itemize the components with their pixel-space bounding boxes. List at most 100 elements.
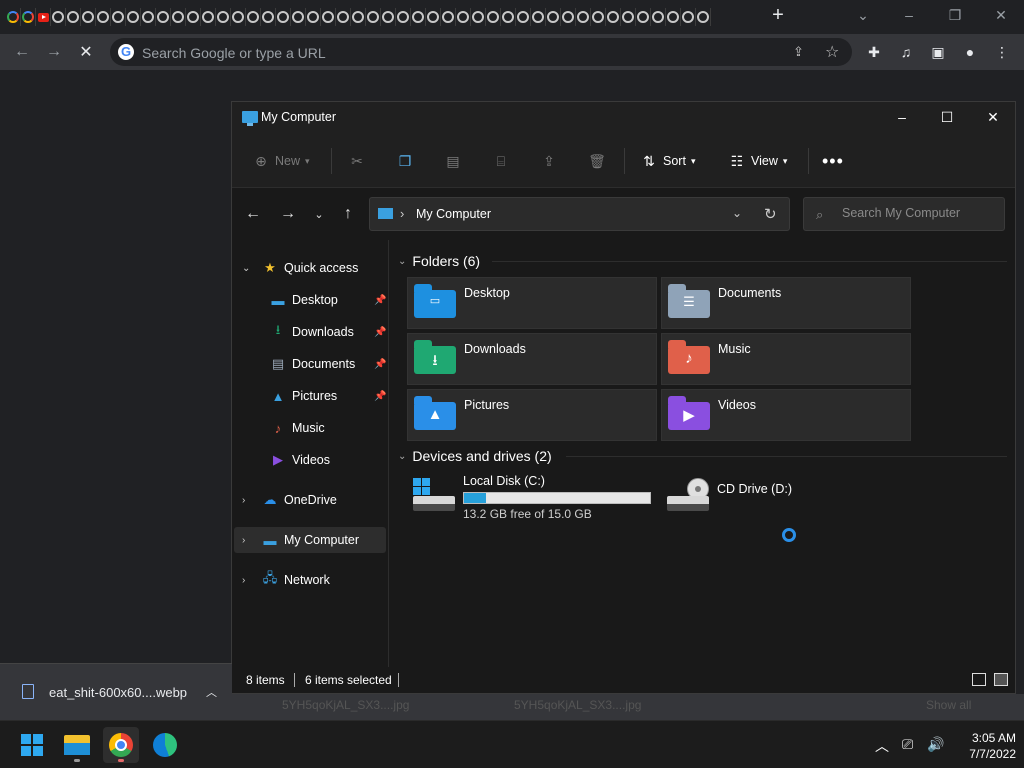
maximize-button[interactable]: ☐: [932, 106, 962, 128]
browser-minimize-button[interactable]: –: [895, 4, 923, 26]
address-dropdown-chevron-icon[interactable]: ⌄: [732, 206, 742, 220]
browser-restore-button[interactable]: ❐: [941, 4, 969, 26]
browser-tab[interactable]: [306, 8, 321, 26]
drives-group-header[interactable]: ⌄ Devices and drives (2): [398, 445, 552, 467]
folder-tile-music[interactable]: ♪ Music: [661, 333, 911, 385]
profile-avatar-icon[interactable]: ●: [960, 42, 980, 62]
browser-tab[interactable]: [366, 8, 381, 26]
folder-tile-videos[interactable]: ▶ Videos: [661, 389, 911, 441]
browser-tab[interactable]: [156, 8, 171, 26]
browser-tab[interactable]: [696, 8, 711, 26]
new-button[interactable]: ⊕ New ▾: [252, 150, 309, 172]
drive-local-disk-c[interactable]: Local Disk (C:) 13.2 GB free of 15.0 GB: [413, 474, 663, 521]
forward-arrow-icon[interactable]: →: [42, 40, 66, 64]
system-clock[interactable]: 3:05 AM 7/7/2022: [950, 730, 1016, 762]
taskbar-chrome[interactable]: [103, 727, 139, 763]
search-input[interactable]: [842, 206, 992, 220]
browser-tab[interactable]: [351, 8, 366, 26]
browser-tab[interactable]: [21, 8, 36, 26]
refresh-icon[interactable]: ↻: [764, 205, 777, 223]
omnibox-placeholder[interactable]: Search Google or type a URL: [142, 45, 326, 61]
browser-tab[interactable]: [606, 8, 621, 26]
nav-item-network[interactable]: › 🖧 Network: [234, 567, 386, 593]
minimize-button[interactable]: –: [887, 106, 917, 128]
browser-tab[interactable]: [126, 8, 141, 26]
browser-tab[interactable]: [141, 8, 156, 26]
more-options-icon[interactable]: •••: [822, 150, 844, 172]
bookmark-star-icon[interactable]: ☆: [825, 42, 839, 62]
show-hidden-icons-chevron-icon[interactable]: ︿: [875, 736, 889, 756]
up-arrow-icon[interactable]: ↑: [338, 204, 358, 224]
chrome-menu-icon[interactable]: ⋮: [992, 42, 1012, 62]
drive-cd-d[interactable]: CD Drive (D:): [667, 474, 867, 520]
browser-tab[interactable]: [321, 8, 336, 26]
browser-tab[interactable]: [561, 8, 576, 26]
side-panel-icon[interactable]: ▣: [928, 42, 948, 62]
browser-tab[interactable]: [501, 8, 516, 26]
browser-tab[interactable]: [66, 8, 81, 26]
expanded-chevron-icon[interactable]: ⌄: [242, 263, 250, 274]
sort-button[interactable]: ⇅ Sort ▾: [640, 150, 695, 172]
browser-tab[interactable]: [531, 8, 546, 26]
rename-button[interactable]: ⌸: [492, 150, 510, 172]
folders-group-header[interactable]: ⌄ Folders (6): [398, 250, 480, 272]
breadcrumb-chevron-icon[interactable]: ›: [400, 206, 404, 221]
taskbar-file-explorer[interactable]: [59, 727, 95, 763]
delete-button[interactable]: 🗑: [588, 150, 606, 172]
start-button[interactable]: [14, 727, 50, 763]
tab-search-chevron-icon[interactable]: ⌄: [849, 4, 877, 26]
nav-item-onedrive[interactable]: › ☁ OneDrive: [234, 487, 386, 513]
collapsed-chevron-icon[interactable]: ›: [242, 495, 245, 506]
folder-tile-documents[interactable]: ☰ Documents: [661, 277, 911, 329]
browser-tab[interactable]: [336, 8, 351, 26]
nav-item-music[interactable]: ♪ Music: [234, 415, 386, 441]
new-tab-button[interactable]: +: [768, 5, 788, 26]
tiles-view-icon[interactable]: [994, 673, 1008, 686]
browser-tab[interactable]: [591, 8, 606, 26]
nav-item-desktop[interactable]: ▬ Desktop 📌: [234, 287, 387, 313]
browser-tab[interactable]: [216, 8, 231, 26]
share-button[interactable]: ⇪: [540, 150, 558, 172]
omnibox[interactable]: Search Google or type a URL ⇪ ☆: [110, 38, 852, 66]
chevron-up-icon[interactable]: ︿: [206, 684, 217, 700]
browser-close-button[interactable]: ✕: [987, 4, 1015, 26]
browser-tab[interactable]: [651, 8, 666, 26]
browser-tab[interactable]: [546, 8, 561, 26]
stop-loading-icon[interactable]: ✕: [74, 40, 98, 64]
browser-tab[interactable]: [576, 8, 591, 26]
forward-arrow-icon[interactable]: →: [278, 204, 298, 224]
browser-tab[interactable]: [621, 8, 636, 26]
browser-tab[interactable]: [456, 8, 471, 26]
browser-tab[interactable]: [681, 8, 696, 26]
download-filename[interactable]: eat_shit-600x60....webp: [49, 685, 187, 700]
nav-item-videos[interactable]: ▶ Videos: [234, 447, 386, 473]
collapsed-chevron-icon[interactable]: ›: [242, 535, 245, 546]
search-box[interactable]: ⌕: [803, 197, 1005, 231]
details-view-icon[interactable]: [972, 673, 986, 686]
browser-tab[interactable]: [636, 8, 651, 26]
copy-button[interactable]: ❐: [396, 150, 414, 172]
browser-tab[interactable]: [396, 8, 411, 26]
breadcrumb[interactable]: My Computer: [416, 207, 491, 221]
browser-tab[interactable]: [291, 8, 306, 26]
nav-item-pictures[interactable]: ▲ Pictures 📌: [234, 383, 387, 409]
downloads-shelf-item[interactable]: eat_shit-600x60....webp ︿: [0, 663, 232, 720]
share-icon[interactable]: ⇪: [793, 44, 809, 60]
browser-tab[interactable]: [426, 8, 441, 26]
nav-item-my-computer[interactable]: › ▬ My Computer: [234, 527, 386, 553]
cut-button[interactable]: ✂: [348, 150, 366, 172]
browser-tab[interactable]: [261, 8, 276, 26]
back-arrow-icon[interactable]: ←: [10, 40, 34, 64]
extensions-puzzle-icon[interactable]: ✚: [864, 42, 884, 62]
browser-tab[interactable]: [246, 8, 261, 26]
media-controls-icon[interactable]: ♫: [896, 42, 916, 62]
close-button[interactable]: ✕: [978, 106, 1008, 128]
browser-tab[interactable]: [471, 8, 486, 26]
nav-quick-access[interactable]: ⌄ ★ Quick access: [234, 255, 386, 281]
browser-tab[interactable]: [186, 8, 201, 26]
browser-tab[interactable]: [6, 8, 21, 26]
browser-tab[interactable]: [411, 8, 426, 26]
taskbar-edge[interactable]: [147, 727, 183, 763]
browser-tab[interactable]: [516, 8, 531, 26]
browser-tab[interactable]: [201, 8, 216, 26]
